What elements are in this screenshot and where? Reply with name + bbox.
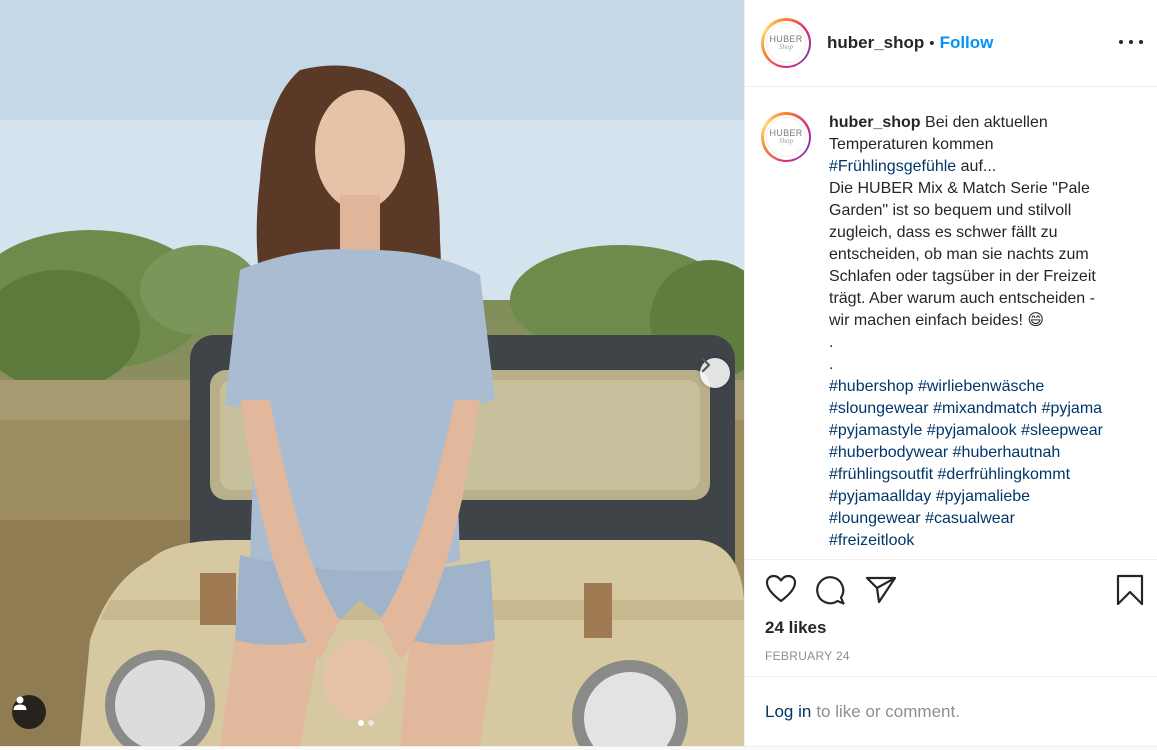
share-button[interactable]	[865, 576, 897, 609]
hashtag-line: #frühlingsoutfit #derfrühlingkommt	[829, 464, 1139, 486]
bottom-divider	[0, 746, 1157, 750]
hashtag-line: #loungewear #casualwear	[829, 508, 1139, 530]
next-slide-button[interactable]	[700, 358, 730, 388]
more-dot	[1139, 40, 1143, 44]
comment-bubble-icon	[816, 576, 845, 605]
likes-count[interactable]: 24 likes	[765, 618, 826, 638]
bookmark-icon	[1116, 574, 1144, 606]
hashtag-link[interactable]: #casualwear	[925, 510, 1015, 527]
post-side-panel: HUBER Shop huber_shop • Follow HUBER Sho…	[744, 0, 1157, 746]
grinning-emoji-icon: 😄	[1027, 312, 1045, 329]
user-tag-icon	[13, 696, 27, 710]
caption-text-7: entscheiden, ob man sie nachts zum	[829, 246, 1089, 263]
login-prompt-text: to like or comment.	[816, 701, 960, 721]
hashtag-line: #hubershop #wirliebenwäsche	[829, 376, 1139, 398]
user-tag-button[interactable]	[12, 695, 46, 729]
more-dot	[1119, 40, 1123, 44]
hashtag-line: #pyjamaallday #pyjamaliebe	[829, 486, 1139, 508]
photo-illustration	[0, 0, 744, 746]
caption-line: huber_shop Bei den aktuellen	[829, 112, 1139, 134]
more-options-icon[interactable]	[1119, 32, 1143, 52]
hashtag-line: #freizeitlook	[829, 530, 1139, 552]
caption-scroll-area[interactable]: HUBER Shop huber_shop Bei den aktuellen …	[745, 88, 1157, 559]
caption-text-3: auf...	[956, 158, 997, 175]
post-date[interactable]: FEBRUARY 24	[765, 649, 850, 663]
hashtag-link[interactable]: #huberbodywear	[829, 444, 948, 461]
like-button[interactable]	[765, 574, 797, 609]
save-button[interactable]	[1116, 574, 1144, 611]
heart-icon	[765, 574, 797, 603]
comment-button[interactable]	[814, 574, 846, 611]
hashtag-link[interactable]: #pyjamaliebe	[936, 488, 1030, 505]
caption-line: wir machen einfach beides! 😄	[829, 310, 1139, 332]
caption-text: huber_shop Bei den aktuellen Temperature…	[829, 112, 1139, 552]
chevron-right-icon	[701, 358, 711, 372]
hashtag-line: #pyjamastyle #pyjamalook #sleepwear	[829, 420, 1139, 442]
caption-dot: .	[829, 334, 834, 351]
hashtag-link[interactable]: #derfrühlingkommt	[938, 466, 1071, 483]
caption-text-2: Temperaturen kommen	[829, 136, 994, 153]
hashtag-link[interactable]: #Frühlingsgefühle	[829, 158, 956, 175]
hashtag-link[interactable]: #hubershop	[829, 378, 914, 395]
hashtag-line: #huberbodywear #huberhautnah	[829, 442, 1139, 464]
huber-logo: HUBER Shop	[766, 23, 806, 63]
hashtag-link[interactable]: #sloungewear	[829, 400, 929, 417]
hashtag-link[interactable]: #pyjama	[1042, 400, 1102, 417]
header-username[interactable]: huber_shop	[827, 33, 924, 53]
avatar[interactable]: HUBER Shop	[761, 18, 811, 68]
hashtag-link[interactable]: #pyjamaallday	[829, 488, 931, 505]
caption-text-6: zugleich, dass es schwer fällt zu	[829, 224, 1058, 241]
paper-plane-icon	[865, 576, 897, 604]
caption-username[interactable]: huber_shop	[829, 114, 921, 131]
caption-text-10: wir machen einfach beides!	[829, 312, 1023, 329]
hashtag-link[interactable]: #pyjamalook	[927, 422, 1017, 439]
huber-logo: HUBER Shop	[766, 117, 806, 157]
carousel-dot	[368, 720, 374, 726]
avatar-inner: HUBER Shop	[763, 20, 809, 66]
hashtag-link[interactable]: #loungewear	[829, 510, 921, 527]
hashtag-link[interactable]: #pyjamastyle	[829, 422, 922, 439]
login-link[interactable]: Log in	[765, 702, 811, 722]
caption-dot: .	[829, 356, 834, 373]
separator-dot: •	[929, 34, 935, 52]
caption-text-9: trägt. Aber warum auch entscheiden -	[829, 290, 1095, 307]
post-photo[interactable]	[0, 0, 744, 746]
avatar-inner: HUBER Shop	[763, 114, 809, 160]
follow-button[interactable]: Follow	[940, 33, 994, 53]
caption-text-1: Bei den aktuellen	[925, 114, 1048, 131]
caption-line: #Frühlingsgefühle auf...	[829, 156, 1139, 178]
more-dot	[1129, 40, 1133, 44]
login-prompt: Log in to like or comment.	[745, 676, 1157, 746]
hashtag-link[interactable]: #frühlingsoutfit	[829, 466, 933, 483]
logo-subtext: Shop	[779, 43, 793, 51]
carousel-indicator	[358, 720, 374, 726]
hashtag-link[interactable]: #mixandmatch	[933, 400, 1037, 417]
hashtag-link[interactable]: #sleepwear	[1021, 422, 1103, 439]
hashtag-link[interactable]: #wirliebenwäsche	[918, 378, 1044, 395]
post-header: HUBER Shop huber_shop • Follow	[745, 0, 1157, 87]
hashtag-line: #sloungewear #mixandmatch #pyjama	[829, 398, 1139, 420]
post-actions: 24 likes FEBRUARY 24	[745, 559, 1157, 676]
caption-text-5: Garden" ist so bequem und stilvoll	[829, 202, 1072, 219]
caption-comment: HUBER Shop huber_shop Bei den aktuellen …	[761, 112, 1139, 552]
caption-text-4: Die HUBER Mix & Match Serie "Pale	[829, 180, 1090, 197]
caption-avatar[interactable]: HUBER Shop	[761, 112, 811, 162]
logo-subtext: Shop	[779, 137, 793, 145]
hashtag-link[interactable]: #huberhautnah	[953, 444, 1061, 461]
caption-text-8: Schlafen oder tagsüber in der Freizeit	[829, 268, 1096, 285]
carousel-dot-active	[358, 720, 364, 726]
hashtag-link[interactable]: #freizeitlook	[829, 532, 914, 549]
